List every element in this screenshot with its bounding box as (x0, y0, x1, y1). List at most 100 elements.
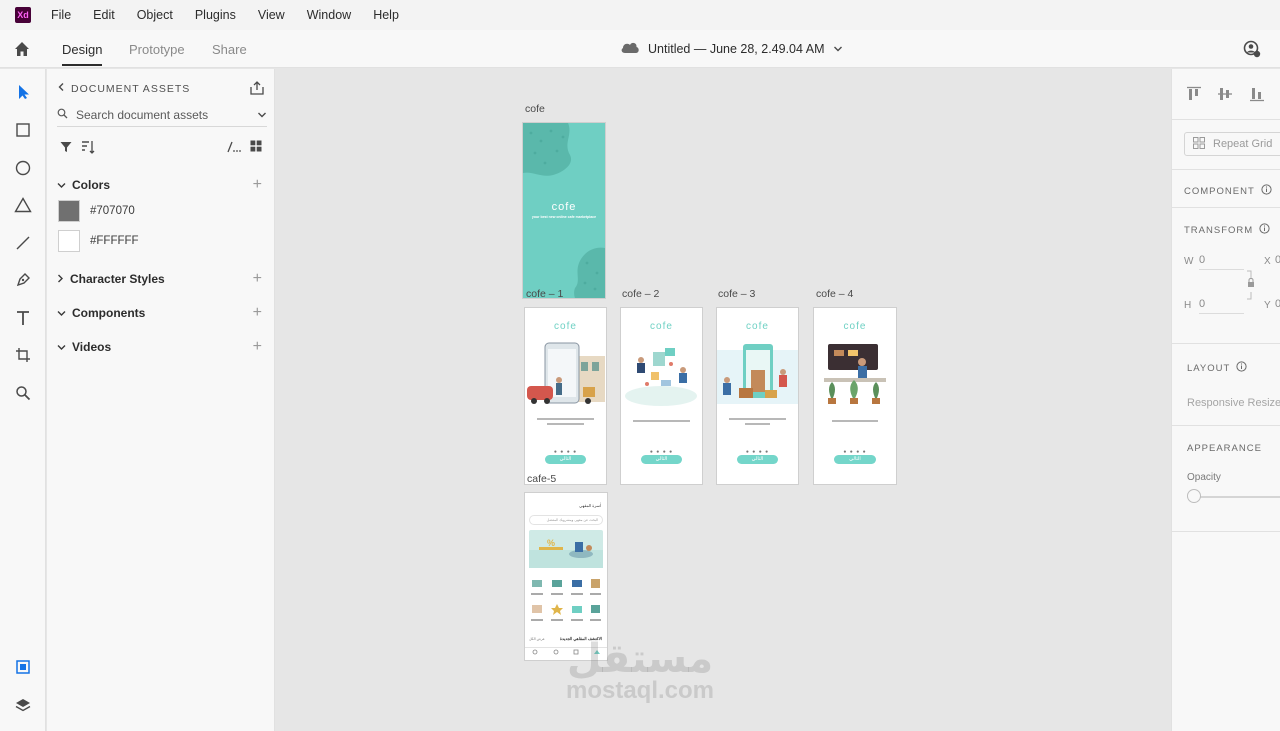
responsive-resize-toggle[interactable]: Responsive Resize (1187, 397, 1280, 409)
color-swatch[interactable] (58, 230, 80, 252)
artboard-cofe-3[interactable]: cofe ● ● ● ● التالي (717, 308, 798, 484)
artboard-label[interactable]: cafe-5 (527, 473, 556, 485)
home-header-title: أسرة المقهي (579, 503, 601, 508)
artboard-cofe-splash[interactable]: cofe your best new online cafe marketpla… (523, 123, 605, 298)
document-title-dropdown[interactable]: Untitled — June 28, 2.49.04 AM (620, 40, 843, 57)
repeat-grid-button[interactable]: Repeat Grid (1184, 132, 1280, 156)
grid-view-icon[interactable] (250, 140, 262, 155)
info-icon[interactable] (1236, 361, 1247, 375)
color-hex-label: #707070 (90, 205, 135, 217)
add-color-icon[interactable]: + (253, 176, 262, 194)
opacity-label: Opacity (1187, 472, 1221, 483)
artboard-logo: cofe (843, 321, 867, 332)
width-label: W (1184, 256, 1194, 267)
lock-aspect-icon[interactable] (1246, 270, 1256, 303)
height-field[interactable]: 0 (1199, 298, 1244, 314)
home-icon[interactable] (13, 40, 31, 58)
layout-title: LAYOUT (1187, 361, 1247, 375)
info-icon[interactable] (1259, 223, 1270, 237)
layers-panel-icon[interactable] (12, 694, 34, 716)
components-label: Components (72, 306, 146, 320)
colors-section-header[interactable]: Colors + (57, 176, 262, 194)
panel-divider (1172, 531, 1280, 532)
online-order-illustration-icon (625, 348, 697, 406)
see-all-link[interactable]: عرض الكل (529, 637, 545, 641)
component-section: COMPONENT (1172, 169, 1280, 207)
color-swatch[interactable] (58, 200, 80, 222)
svg-text:%: % (547, 538, 555, 548)
delivery-illustration-icon (527, 342, 605, 404)
line-tool-icon[interactable] (12, 232, 34, 254)
zoom-tool-icon[interactable] (12, 382, 34, 404)
description-text-lines-icon (537, 418, 594, 425)
menu-file[interactable]: File (51, 8, 71, 22)
artboard-label[interactable]: cofe – 4 (816, 288, 853, 300)
tab-prototype[interactable]: Prototype (129, 42, 185, 57)
list-view-icon[interactable] (227, 141, 241, 156)
user-profile-icon[interactable] (1243, 40, 1261, 58)
watermark-url: mostaql.com (565, 677, 715, 704)
search-icon (57, 108, 68, 122)
select-tool-icon[interactable] (12, 81, 34, 103)
x-field[interactable]: 0 (1275, 254, 1280, 266)
character-styles-section-header[interactable]: Character Styles + (57, 270, 262, 288)
assets-panel-icon[interactable] (12, 656, 34, 678)
tab-share[interactable]: Share (212, 42, 247, 57)
ellipse-tool-icon[interactable] (12, 157, 34, 179)
add-component-icon[interactable]: + (253, 304, 262, 322)
chevron-left-icon[interactable] (57, 82, 65, 95)
add-character-style-icon[interactable]: + (253, 270, 262, 288)
artboard-cafe-5[interactable]: أسرة المقهي البحث عن مقهى ومشروبك المفضل… (525, 493, 607, 660)
menu-window[interactable]: Window (307, 8, 351, 22)
polygon-tool-icon[interactable] (12, 194, 34, 216)
artboard-label[interactable]: cofe – 1 (526, 288, 563, 300)
component-label: COMPONENT (1184, 185, 1255, 197)
description-text-lines-icon (832, 420, 878, 422)
color-swatch-row[interactable]: #FFFFFF (58, 230, 139, 252)
menu-edit[interactable]: Edit (93, 8, 115, 22)
align-bottom-icon[interactable] (1249, 86, 1265, 105)
watermark-arabic: مستقل (566, 636, 714, 682)
layout-label: LAYOUT (1187, 362, 1231, 374)
menu-plugins[interactable]: Plugins (195, 8, 236, 22)
description-text-lines-icon (729, 418, 786, 425)
share-export-icon[interactable] (249, 80, 265, 99)
align-middle-icon[interactable] (1217, 86, 1233, 105)
add-video-icon[interactable]: + (253, 338, 262, 356)
artboard-tool-icon[interactable] (12, 344, 34, 366)
components-section-header[interactable]: Components + (57, 304, 262, 322)
pen-tool-icon[interactable] (12, 269, 34, 291)
menu-help[interactable]: Help (373, 8, 399, 22)
opacity-slider-handle[interactable] (1187, 489, 1201, 503)
info-icon[interactable] (1261, 184, 1272, 198)
assets-search-field[interactable]: Search document assets (57, 103, 267, 127)
cloud-icon (620, 40, 640, 57)
filter-icon[interactable] (60, 141, 72, 156)
color-swatch-row[interactable]: #707070 (58, 200, 135, 222)
rectangle-tool-icon[interactable] (12, 119, 34, 141)
repeat-grid-label: Repeat Grid (1213, 138, 1273, 150)
artboard-cofe-2[interactable]: cofe ● ● ● ● التالي (621, 308, 702, 484)
artboard-label[interactable]: cofe – 3 (718, 288, 755, 300)
document-title: Untitled — June 28, 2.49.04 AM (648, 41, 825, 56)
artboard-label[interactable]: cofe (525, 103, 545, 115)
y-field[interactable]: 0 (1275, 298, 1280, 310)
align-top-icon[interactable] (1186, 86, 1202, 105)
menu-view[interactable]: View (258, 8, 285, 22)
width-field[interactable]: 0 (1199, 254, 1244, 270)
chevron-down-icon (833, 42, 843, 56)
text-tool-icon[interactable] (12, 307, 34, 329)
property-inspector: Repeat Grid COMPONENT TRANSFORM W 0 H 0 … (1171, 69, 1280, 731)
artboard-cofe-4[interactable]: cofe ● ● ● ● التالي (814, 308, 896, 484)
artboard-cofe-1[interactable]: cofe ● ● ● ● التالي (525, 308, 606, 484)
tab-design[interactable]: Design (62, 42, 103, 66)
opacity-slider-track[interactable] (1194, 496, 1280, 498)
artboard-label[interactable]: cofe – 2 (622, 288, 659, 300)
chevron-down-icon[interactable] (257, 108, 267, 122)
sort-icon[interactable] (81, 140, 95, 157)
design-canvas[interactable]: cofe cofe your best new online cafe mark… (276, 69, 1170, 731)
home-search-bar[interactable]: البحث عن مقهى ومشروبك المفضل (529, 515, 603, 525)
search-placeholder: Search document assets (76, 107, 209, 122)
menu-object[interactable]: Object (137, 8, 173, 22)
videos-section-header[interactable]: Videos + (57, 338, 262, 356)
